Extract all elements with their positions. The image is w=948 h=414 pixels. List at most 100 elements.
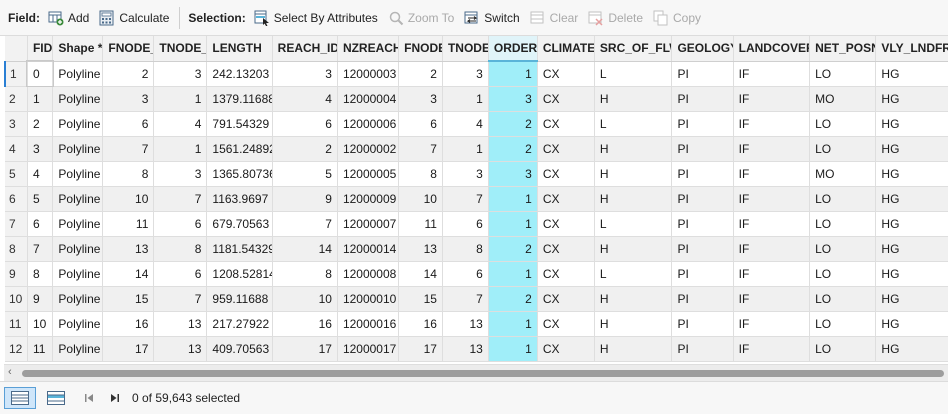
- column-header[interactable]: VLY_LNDFRM: [875, 36, 948, 62]
- column-header[interactable]: LANDCOVER: [733, 36, 811, 62]
- scrollbar-thumb[interactable]: [22, 370, 944, 377]
- table-cell[interactable]: HG: [875, 236, 948, 262]
- table-cell[interactable]: IF: [733, 261, 811, 287]
- table-row[interactable]: 1 0 Polyline 2 3 242.13203 3 12000003 2 3 1 CX L PI IF…: [4, 60, 948, 87]
- table-cell[interactable]: 6: [153, 261, 208, 287]
- table-cell[interactable]: CX: [537, 286, 595, 312]
- table-cell[interactable]: HG: [875, 336, 948, 362]
- zoom-to-button[interactable]: Zoom To: [388, 10, 454, 26]
- table-cell[interactable]: Polyline: [52, 236, 104, 262]
- table-cell[interactable]: 2: [488, 111, 538, 137]
- delete-selection-button[interactable]: Delete: [588, 10, 643, 26]
- table-row[interactable]: 6 5 Polyline 10 7 1163.9697 9 12000009 10 7 1 CX H PI…: [5, 186, 948, 212]
- table-cell[interactable]: HG: [875, 186, 948, 212]
- table-cell[interactable]: 10: [27, 311, 54, 337]
- table-cell[interactable]: CX: [537, 186, 595, 212]
- table-cell[interactable]: 2: [488, 136, 538, 162]
- table-cell[interactable]: 8: [102, 161, 155, 187]
- table-cell[interactable]: 1208.52814: [206, 261, 273, 287]
- table-cell[interactable]: 14: [102, 261, 155, 287]
- column-header[interactable]: FNODE_: [102, 36, 155, 62]
- table-cell[interactable]: H: [594, 86, 673, 112]
- clear-selection-button[interactable]: Clear: [530, 10, 578, 26]
- table-cell[interactable]: 4: [272, 86, 338, 112]
- table-cell[interactable]: 1379.11688: [206, 86, 273, 112]
- table-cell[interactable]: L: [594, 211, 673, 237]
- table-cell[interactable]: LO: [809, 186, 877, 212]
- table-cell[interactable]: PI: [671, 186, 734, 212]
- table-cell[interactable]: 6: [102, 111, 155, 137]
- table-cell[interactable]: 13: [102, 236, 155, 262]
- column-header[interactable]: LENGTH: [206, 36, 273, 62]
- table-cell[interactable]: 6: [442, 261, 489, 287]
- table-cell[interactable]: L: [594, 111, 673, 137]
- table-cell[interactable]: MO: [809, 86, 877, 112]
- table-cell[interactable]: 13: [442, 336, 489, 362]
- table-cell[interactable]: 12000006: [337, 111, 400, 137]
- column-header[interactable]: FID: [27, 36, 54, 62]
- table-cell[interactable]: 8: [442, 236, 489, 262]
- table-cell[interactable]: LO: [809, 261, 877, 287]
- table-cell[interactable]: HG: [875, 111, 948, 137]
- table-row[interactable]: 4 3 Polyline 7 1 1561.24892 2 12000002 7 1 2 CX H PI I…: [5, 136, 948, 162]
- table-row[interactable]: 10 9 Polyline 15 7 959.11688 10 12000010 15 7 2 CX H…: [5, 286, 948, 312]
- table-cell[interactable]: 679.70563: [206, 211, 273, 237]
- table-cell[interactable]: 1: [153, 136, 208, 162]
- table-cell[interactable]: H: [594, 136, 673, 162]
- table-cell[interactable]: PI: [671, 211, 734, 237]
- table-cell[interactable]: Polyline: [52, 111, 104, 137]
- table-cell[interactable]: HG: [875, 261, 948, 287]
- row-number[interactable]: 12: [5, 336, 28, 362]
- table-row[interactable]: 5 4 Polyline 8 3 1365.80736 5 12000005 8 3 3 CX H PI I…: [5, 161, 948, 187]
- table-cell[interactable]: 1: [442, 86, 489, 112]
- column-header[interactable]: REACH_ID: [272, 36, 338, 62]
- table-cell[interactable]: 13: [398, 236, 443, 262]
- switch-selection-button[interactable]: Switch: [464, 10, 520, 26]
- table-cell[interactable]: CX: [537, 211, 595, 237]
- table-cell[interactable]: 3: [442, 61, 489, 87]
- table-cell[interactable]: 0: [26, 60, 54, 87]
- table-cell[interactable]: 1: [442, 136, 489, 162]
- table-cell[interactable]: PI: [671, 336, 734, 362]
- column-header[interactable]: TNODE: [442, 36, 489, 62]
- table-cell[interactable]: H: [594, 186, 673, 212]
- row-number[interactable]: 5: [5, 161, 28, 187]
- column-header[interactable]: SRC_OF_FLW: [594, 36, 673, 62]
- table-cell[interactable]: 6: [398, 111, 443, 137]
- table-cell[interactable]: 10: [398, 186, 443, 212]
- table-cell[interactable]: 1561.24892: [206, 136, 273, 162]
- table-cell[interactable]: IF: [733, 136, 811, 162]
- table-cell[interactable]: IF: [733, 336, 811, 362]
- table-cell[interactable]: 1: [488, 186, 538, 212]
- table-cell[interactable]: 959.11688: [206, 286, 273, 312]
- table-cell[interactable]: 12000009: [337, 186, 400, 212]
- table-cell[interactable]: 7: [272, 211, 338, 237]
- table-cell[interactable]: IF: [733, 86, 811, 112]
- table-cell[interactable]: IF: [733, 236, 811, 262]
- table-cell[interactable]: 4: [153, 111, 208, 137]
- table-cell[interactable]: 17: [102, 336, 155, 362]
- table-cell[interactable]: H: [594, 336, 673, 362]
- table-cell[interactable]: 1: [488, 211, 538, 237]
- column-header[interactable]: FNODE: [398, 36, 443, 62]
- table-cell[interactable]: 17: [272, 336, 338, 362]
- table-cell[interactable]: H: [594, 236, 673, 262]
- table-cell[interactable]: Polyline: [52, 311, 104, 337]
- table-cell[interactable]: 7: [27, 236, 54, 262]
- table-cell[interactable]: 6: [442, 211, 489, 237]
- table-cell[interactable]: 13: [153, 311, 208, 337]
- table-cell[interactable]: HG: [875, 136, 948, 162]
- table-cell[interactable]: 9: [27, 286, 54, 312]
- table-cell[interactable]: IF: [733, 161, 811, 187]
- table-cell[interactable]: Polyline: [52, 336, 104, 362]
- table-cell[interactable]: 8: [153, 236, 208, 262]
- table-cell[interactable]: 5: [272, 161, 338, 187]
- table-row[interactable]: 2 1 Polyline 3 1 1379.11688 4 12000004 3 1 3 CX H PI I…: [5, 86, 948, 112]
- table-cell[interactable]: 7: [442, 286, 489, 312]
- table-cell[interactable]: 13: [442, 311, 489, 337]
- table-cell[interactable]: 1: [27, 86, 54, 112]
- table-cell[interactable]: 2: [272, 136, 338, 162]
- table-cell[interactable]: 9: [272, 186, 338, 212]
- table-cell[interactable]: Polyline: [52, 211, 104, 237]
- column-header[interactable]: TNODE_: [153, 36, 208, 62]
